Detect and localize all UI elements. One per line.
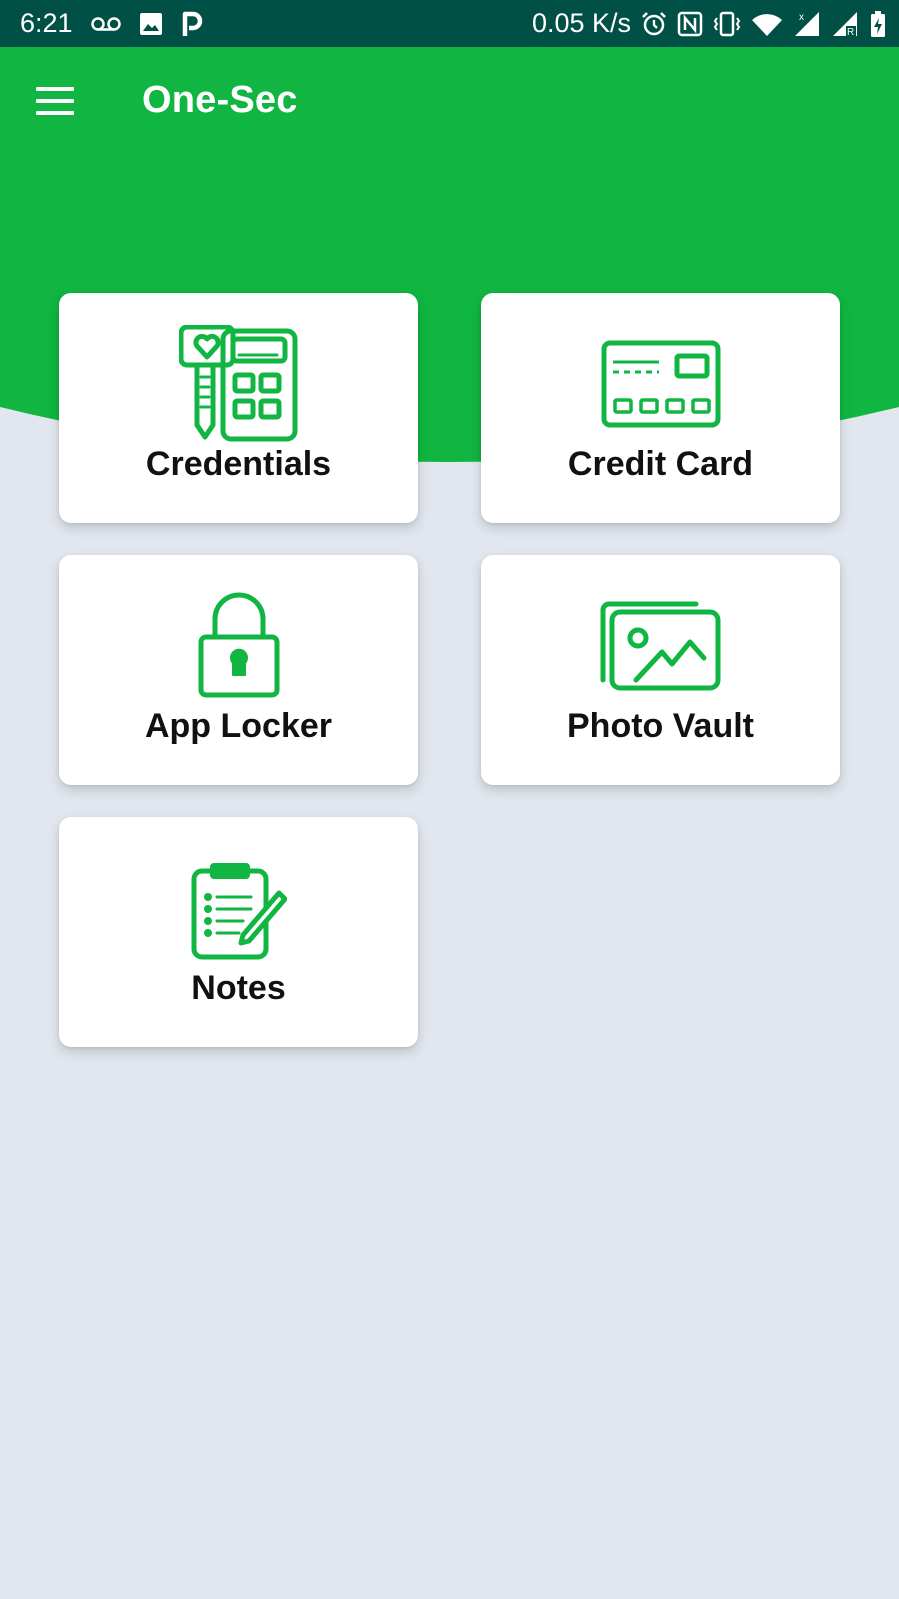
status-left: 6:21 [20, 8, 203, 39]
wifi-icon [751, 12, 783, 36]
app-title: One-Sec [142, 79, 298, 121]
signal-roaming-icon: R [831, 11, 859, 37]
status-bar: 6:21 0.05 K/s x R [0, 0, 899, 47]
svg-text:x: x [799, 12, 804, 23]
status-time: 6:21 [20, 8, 73, 38]
p-app-icon [181, 11, 203, 37]
clipboard-pencil-icon [191, 861, 287, 966]
network-speed: 0.05 K/s [531, 8, 631, 38]
notes-label: Notes [191, 969, 286, 1007]
image-notification-icon [139, 12, 163, 36]
battery-charging-icon [869, 10, 887, 38]
credit-card-label: Credit Card [567, 445, 754, 483]
nfc-icon [677, 11, 703, 37]
key-keypad-icon [178, 324, 299, 448]
toolbar: One-Sec [0, 47, 899, 159]
app-locker-card[interactable]: App Locker [59, 555, 418, 785]
notes-card[interactable]: Notes [59, 817, 418, 1047]
vibrate-icon [713, 11, 741, 37]
photo-vault-card[interactable]: Photo Vault [481, 555, 840, 785]
status-right: 0.05 K/s x R [532, 0, 887, 47]
svg-text:R: R [847, 27, 854, 37]
app-locker-label: App Locker [144, 707, 333, 745]
padlock-icon [197, 591, 281, 704]
voicemail-icon [90, 16, 121, 32]
photo-vault-label: Photo Vault [567, 707, 754, 745]
credit-card-card[interactable]: Credit Card [481, 293, 840, 523]
credentials-label: Credentials [145, 445, 332, 483]
alarm-icon [641, 11, 667, 37]
hamburger-menu-icon[interactable] [36, 87, 74, 115]
credentials-card[interactable]: Credentials [59, 293, 418, 523]
credit-card-icon [601, 340, 721, 433]
signal-icon: x [793, 11, 821, 37]
photo-stack-icon [600, 600, 722, 697]
